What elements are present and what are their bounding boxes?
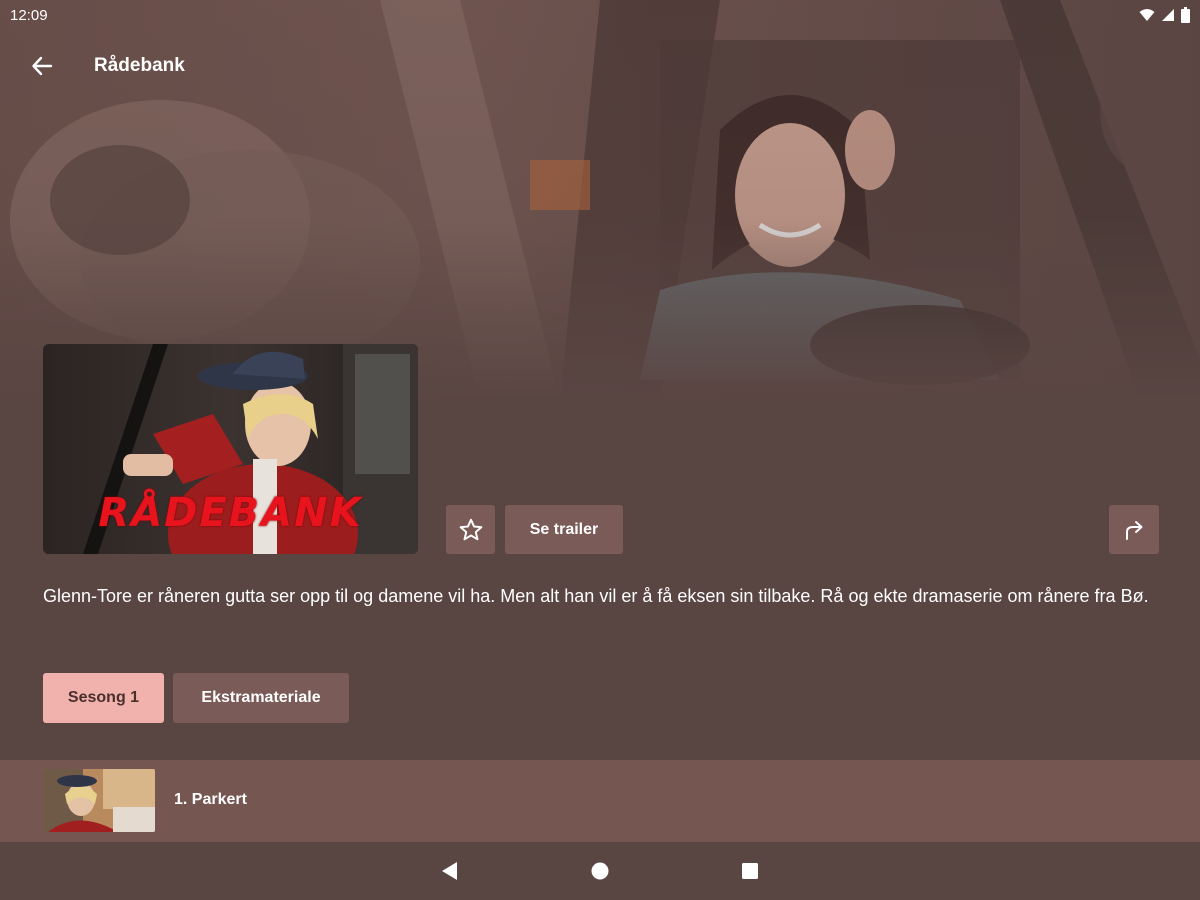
- app-bar: Rådebank: [0, 40, 1200, 92]
- episode-list-item[interactable]: 1. Parkert: [0, 760, 1200, 842]
- back-button[interactable]: [26, 50, 58, 82]
- share-arrow-icon: [1126, 520, 1143, 540]
- episode-thumbnail-image: [43, 769, 155, 832]
- nav-recents-button[interactable]: [737, 858, 763, 884]
- poster-logo-text: RÅDEBANK: [98, 490, 363, 536]
- tab-season-1[interactable]: Sesong 1: [43, 673, 164, 723]
- status-time: 12:09: [10, 7, 48, 24]
- square-recents-icon: [742, 863, 758, 879]
- tab-extra-material[interactable]: Ekstramateriale: [173, 673, 349, 723]
- page-title: Rådebank: [94, 55, 185, 76]
- triangle-back-icon: [442, 862, 457, 880]
- wifi-icon: [1139, 9, 1155, 21]
- status-icons: [1139, 6, 1190, 24]
- nav-back-button[interactable]: [437, 858, 463, 884]
- trailer-button[interactable]: Se trailer: [505, 505, 623, 554]
- arrow-left-icon: [32, 56, 53, 76]
- episode-title: 1. Parkert: [174, 791, 247, 808]
- star-outline-icon: [459, 518, 482, 540]
- episode-thumbnail: [43, 769, 155, 832]
- battery-icon: [1181, 7, 1190, 23]
- favorite-button[interactable]: [446, 505, 495, 554]
- status-bar: 12:09: [0, 0, 1200, 30]
- screen: 12:09 Rådebank RÅDEBANK Se trailer Glenn…: [0, 0, 1200, 900]
- system-nav-bar: [0, 842, 1200, 900]
- cell-signal-icon: [1162, 9, 1174, 21]
- nav-home-button[interactable]: [587, 858, 613, 884]
- circle-home-icon: [591, 862, 609, 880]
- series-description: Glenn-Tore er råneren gutta ser opp til …: [43, 586, 1149, 606]
- series-poster: RÅDEBANK: [43, 344, 418, 554]
- share-button[interactable]: [1109, 505, 1159, 554]
